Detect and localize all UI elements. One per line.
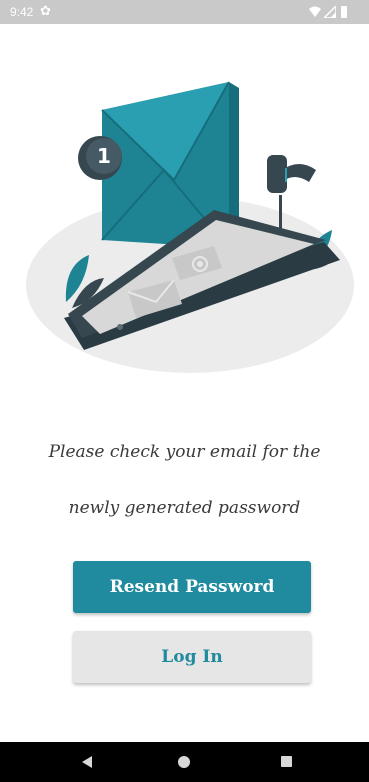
status-bar: 9:42 ✿ <box>0 0 369 24</box>
message-line-1: Please check your email for the <box>48 442 321 462</box>
signal-icon <box>324 6 336 18</box>
navigation-bar <box>0 742 369 782</box>
badge-icon: 1 <box>78 136 122 180</box>
resend-password-button[interactable]: Resend Password <box>73 561 311 613</box>
email-illustration: 1 <box>26 81 354 373</box>
home-icon[interactable] <box>178 756 190 768</box>
log-in-button[interactable]: Log In <box>73 631 311 683</box>
status-time: 9:42 <box>10 5 34 19</box>
wifi-icon <box>309 6 321 17</box>
badge-count: 1 <box>97 144 111 168</box>
settings-icon: ✿ <box>40 3 51 18</box>
message-line-2: newly generated password <box>68 498 301 518</box>
battery-icon <box>341 6 347 18</box>
recents-icon[interactable] <box>281 756 292 767</box>
back-icon[interactable] <box>82 756 92 768</box>
